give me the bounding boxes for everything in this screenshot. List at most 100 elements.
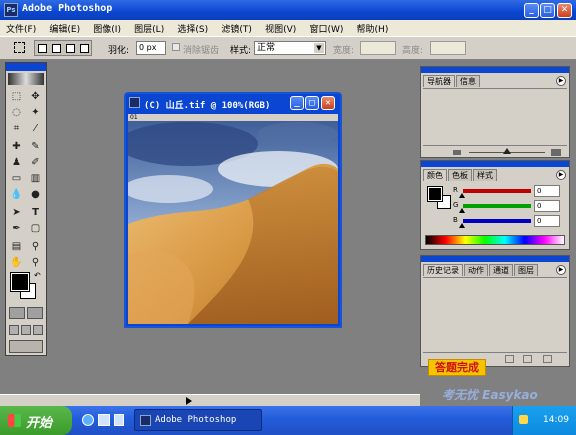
gradient-tool-icon[interactable]: ▥ (27, 171, 44, 186)
menu-edit[interactable]: 编辑(E) (43, 20, 84, 35)
tab-layers[interactable]: 图层 (514, 264, 538, 276)
standard-mode-icon[interactable] (9, 307, 25, 319)
magic-wand-tool-icon[interactable]: ✦ (27, 105, 44, 120)
b-channel-input[interactable]: 0 (534, 215, 560, 227)
blur-tool-icon[interactable]: 💧 (8, 187, 25, 202)
tab-color[interactable]: 颜色 (423, 169, 447, 181)
path-selection-tool-icon[interactable]: ➤ (8, 205, 25, 220)
zoom-tool-icon[interactable]: ⚲ (27, 255, 44, 270)
document-titlebar[interactable]: (C) 山丘.tif @ 100%(RGB) _ □ ✕ (126, 94, 340, 112)
color-fg-swatch[interactable] (427, 186, 443, 202)
r-channel-slider[interactable] (463, 189, 531, 193)
brush-tool-icon[interactable]: ✎ (27, 139, 44, 154)
crop-tool-icon[interactable]: ⌗ (8, 121, 25, 136)
doc-close-button[interactable]: ✕ (321, 96, 335, 110)
g-channel-input[interactable]: 0 (534, 200, 560, 212)
menu-select[interactable]: 选择(S) (171, 20, 212, 35)
media-icon[interactable] (114, 414, 124, 426)
lasso-tool-icon[interactable]: ◌ (8, 105, 25, 120)
tab-navigator[interactable]: 导航器 (423, 75, 455, 87)
subtract-selection-icon[interactable] (66, 44, 75, 53)
color-panel-header[interactable] (421, 161, 569, 167)
tab-actions[interactable]: 动作 (464, 264, 488, 276)
eyedropper-tool-icon[interactable]: ⚲ (27, 239, 44, 254)
intersect-selection-icon[interactable] (80, 44, 89, 53)
close-button[interactable]: ✕ (557, 3, 572, 18)
feather-input[interactable]: 0 px (136, 41, 166, 55)
scroll-right-icon[interactable] (186, 397, 192, 405)
add-selection-icon[interactable] (52, 44, 61, 53)
eraser-tool-icon[interactable]: ▭ (8, 171, 25, 186)
dodge-tool-icon[interactable]: ● (27, 187, 44, 202)
doc-maximize-button[interactable]: □ (305, 96, 319, 110)
tab-info[interactable]: 信息 (456, 75, 480, 87)
marquee-tool-icon[interactable] (14, 42, 25, 53)
history-panel-header[interactable] (421, 256, 569, 262)
new-selection-icon[interactable] (38, 44, 47, 53)
color-spectrum-ramp[interactable] (425, 235, 565, 245)
tab-history[interactable]: 历史记录 (423, 264, 463, 276)
g-channel-slider[interactable] (463, 204, 531, 208)
tray-icon[interactable] (519, 415, 528, 424)
toolbox-header[interactable] (6, 63, 46, 71)
marquee-tool-icon[interactable]: ⬚ (8, 89, 25, 104)
pen-tool-icon[interactable]: ✒ (8, 221, 25, 236)
new-document-icon[interactable] (505, 355, 514, 363)
screen-mode-full-icon[interactable] (33, 325, 43, 335)
jump-to-imageready-icon[interactable] (9, 340, 43, 353)
screen-mode-standard-icon[interactable] (9, 325, 19, 335)
desktop-icon[interactable] (98, 414, 110, 426)
tab-styles[interactable]: 样式 (473, 169, 497, 181)
menu-view[interactable]: 视图(V) (259, 20, 300, 35)
doc-minimize-button[interactable]: _ (290, 96, 304, 110)
history-brush-tool-icon[interactable]: ✐ (27, 155, 44, 170)
start-button[interactable]: 开始 (0, 406, 72, 435)
panel-menu-icon[interactable]: ▶ (556, 170, 566, 180)
swap-colors-icon[interactable]: ↶ (34, 271, 41, 280)
type-tool-icon[interactable]: T (27, 205, 44, 220)
b-channel-slider[interactable] (463, 219, 531, 223)
panel-menu-icon[interactable]: ▶ (556, 76, 566, 86)
new-snapshot-icon[interactable] (523, 355, 532, 363)
trash-icon[interactable] (543, 355, 552, 363)
navigator-panel-header[interactable] (421, 67, 569, 73)
tab-swatches[interactable]: 色板 (448, 169, 472, 181)
style-select[interactable]: 正常 ▼ (254, 41, 326, 55)
clone-stamp-tool-icon[interactable]: ♟ (8, 155, 25, 170)
tab-channels[interactable]: 通道 (489, 264, 513, 276)
foreground-color-swatch[interactable] (10, 272, 30, 292)
b-slider-handle[interactable] (459, 223, 465, 228)
menu-filter[interactable]: 滤镜(T) (215, 20, 256, 35)
notes-tool-icon[interactable]: ▤ (8, 239, 25, 254)
r-channel-input[interactable]: 0 (534, 185, 560, 197)
minimize-button[interactable]: _ (524, 3, 539, 18)
menu-image[interactable]: 图像(I) (87, 20, 125, 35)
antialias-checkbox[interactable] (172, 43, 180, 51)
hand-tool-icon[interactable]: ✋ (8, 255, 25, 270)
g-slider-handle[interactable] (459, 208, 465, 213)
maximize-button[interactable]: □ (540, 3, 555, 18)
menu-layer[interactable]: 图层(L) (128, 20, 168, 35)
move-tool-icon[interactable]: ✥ (27, 89, 44, 104)
shape-tool-icon[interactable]: ▢ (27, 221, 44, 236)
menu-file[interactable]: 文件(F) (0, 20, 40, 35)
quick-mask-icon[interactable] (27, 307, 43, 319)
menu-help[interactable]: 帮助(H) (351, 20, 393, 35)
width-input[interactable] (360, 41, 396, 55)
r-slider-handle[interactable] (459, 193, 465, 198)
slice-tool-icon[interactable]: ⁄ (27, 121, 44, 136)
status-scrollbar[interactable] (0, 394, 420, 406)
zoom-slider-handle[interactable] (503, 148, 511, 154)
browser-icon[interactable] (82, 414, 94, 426)
image-canvas[interactable]: 01 (128, 114, 338, 324)
healing-brush-tool-icon[interactable]: ✚ (8, 139, 25, 154)
height-input[interactable] (430, 41, 466, 55)
panel-menu-icon[interactable]: ▶ (556, 265, 566, 275)
screen-mode-menu-icon[interactable] (21, 325, 31, 335)
adobe-logo[interactable] (8, 73, 44, 85)
menu-window[interactable]: 窗口(W) (303, 20, 347, 35)
zoom-in-icon[interactable] (551, 149, 561, 156)
submit-answer-button[interactable]: 答题完成 (428, 359, 486, 376)
taskbar-photoshop-button[interactable]: Adobe Photoshop (134, 409, 262, 431)
zoom-out-icon[interactable] (453, 150, 461, 155)
